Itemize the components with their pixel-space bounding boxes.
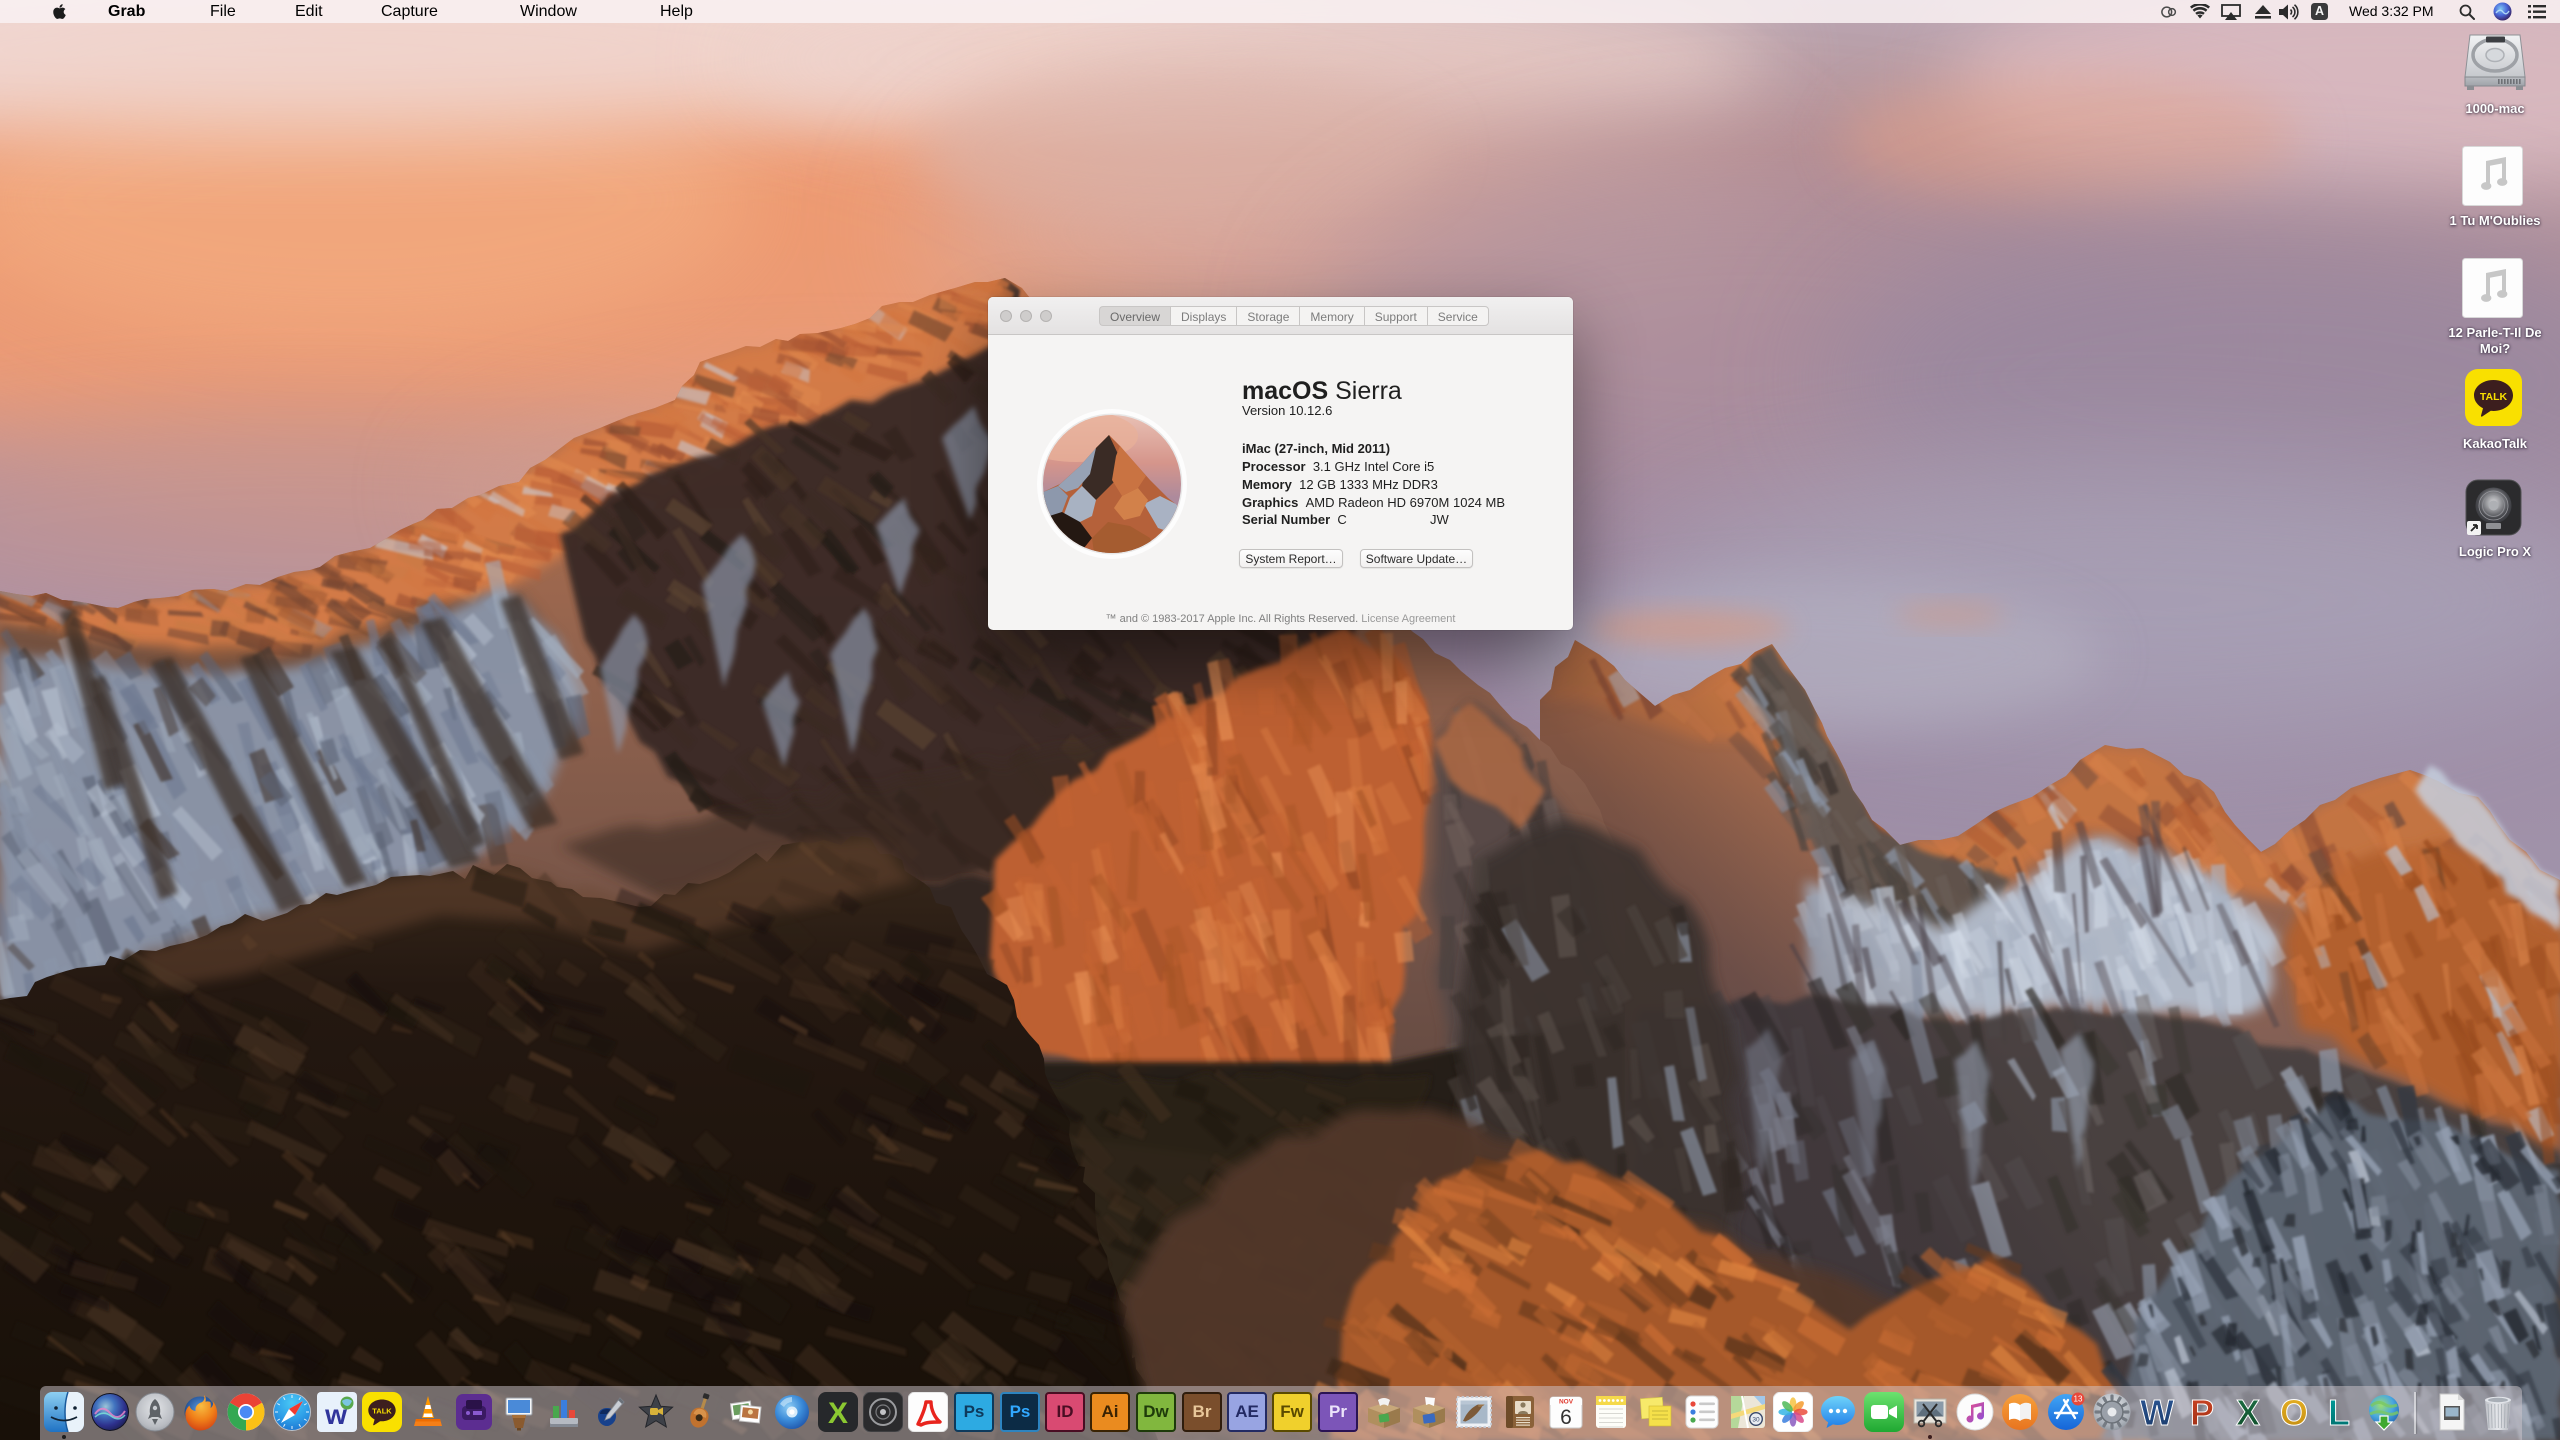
svg-text:30: 30 — [1752, 1417, 1760, 1424]
svg-text:TALK: TALK — [372, 1407, 392, 1416]
svg-text:NOV: NOV — [1559, 1399, 1574, 1406]
svg-text:13: 13 — [2074, 1395, 2083, 1404]
svg-text:P: P — [2190, 1392, 2214, 1432]
svg-text:X: X — [828, 1397, 848, 1430]
svg-text:6: 6 — [1560, 1406, 1572, 1429]
svg-text:TALK: TALK — [2480, 391, 2508, 403]
svg-text:W: W — [2140, 1392, 2174, 1432]
svg-text:O: O — [2280, 1392, 2308, 1432]
svg-text:L: L — [2328, 1392, 2350, 1432]
svg-text:X: X — [2236, 1392, 2260, 1432]
